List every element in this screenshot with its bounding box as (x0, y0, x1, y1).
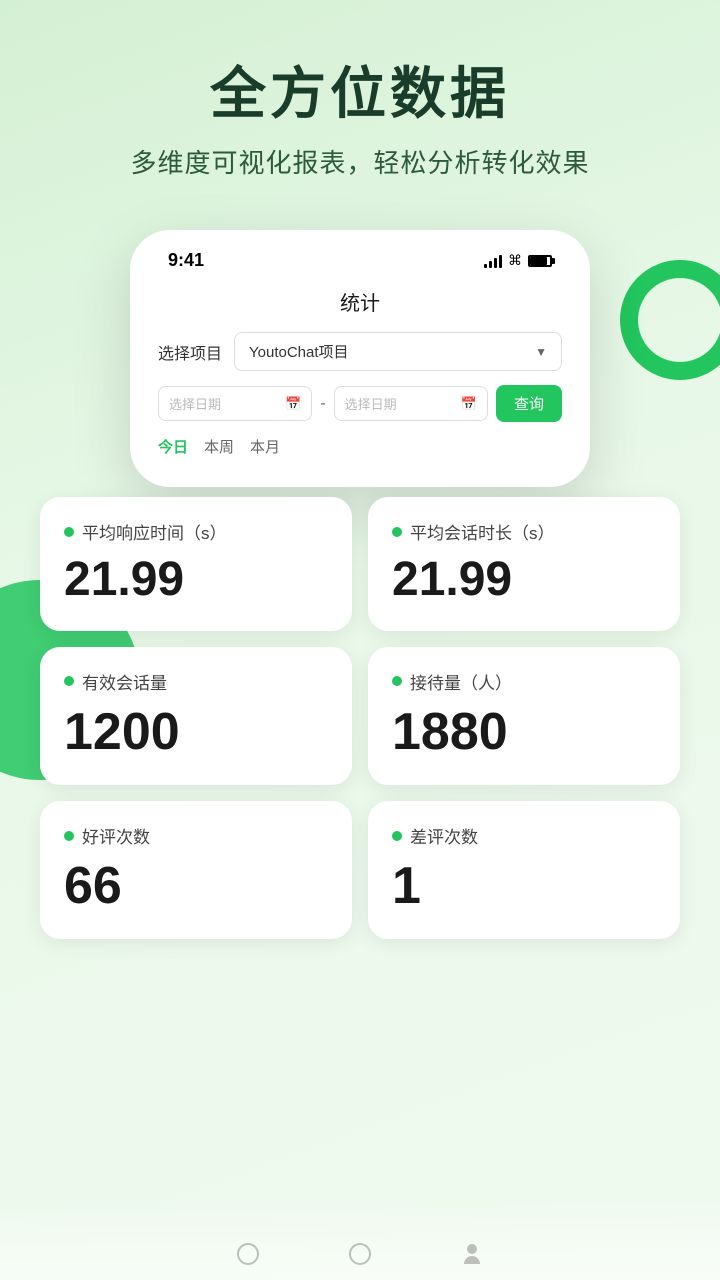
chevron-down-icon: ▼ (535, 345, 547, 359)
green-dot-icon-6 (392, 831, 402, 841)
stats-area: 平均响应时间（s） 21.99 平均会话时长（s） 21.99 有效会话量 12… (0, 497, 720, 939)
stat-value-response-time: 21.99 (64, 554, 328, 607)
stat-value-valid-sessions: 1200 (64, 704, 328, 761)
signal-icon (484, 254, 502, 268)
phone-mockup: 9:41 ⌘ 统计 选择项目 YoutoChat项目 ▼ (130, 230, 590, 487)
date-end-picker[interactable]: 选择日期 📅 (334, 386, 488, 421)
filter-label: 选择项目 (158, 340, 222, 364)
green-dot-icon-5 (64, 831, 74, 841)
query-button[interactable]: 查询 (496, 385, 562, 422)
stat-label-reception: 接待量（人） (392, 669, 656, 694)
calendar-end-icon: 📅 (461, 396, 477, 412)
stat-label-session-duration: 平均会话时长（s） (392, 519, 656, 544)
date-end-placeholder: 选择日期 (345, 394, 397, 413)
stat-card-valid-sessions: 有效会话量 1200 (40, 647, 352, 785)
project-select-value: YoutoChat项目 (249, 341, 349, 362)
date-separator: - (320, 395, 325, 413)
nav-icon-profile[interactable] (456, 1238, 488, 1270)
wifi-icon: ⌘ (508, 252, 522, 269)
filter-row: 选择项目 YoutoChat项目 ▼ (158, 332, 562, 371)
phone-icons: ⌘ (484, 252, 552, 269)
nav-icon-stats[interactable] (344, 1238, 376, 1270)
stat-label-text-session-duration: 平均会话时长（s） (410, 519, 555, 544)
project-select[interactable]: YoutoChat项目 ▼ (234, 332, 562, 371)
stat-card-reception: 接待量（人） 1880 (368, 647, 680, 785)
deco-circle-right (620, 260, 720, 380)
stat-label-bad-reviews: 差评次数 (392, 823, 656, 848)
stat-label-good-reviews: 好评次数 (64, 823, 328, 848)
green-dot-icon-3 (64, 676, 74, 686)
stat-card-response-time: 平均响应时间（s） 21.99 (40, 497, 352, 631)
green-dot-icon-2 (392, 527, 402, 537)
date-start-placeholder: 选择日期 (169, 394, 221, 413)
stat-card-session-duration: 平均会话时长（s） 21.99 (368, 497, 680, 631)
stat-label-text-bad-reviews: 差评次数 (410, 823, 478, 848)
stat-label-text-good-reviews: 好评次数 (82, 823, 150, 848)
stat-label-response-time: 平均响应时间（s） (64, 519, 328, 544)
battery-icon (528, 255, 552, 267)
stat-card-bad-reviews: 差评次数 1 (368, 801, 680, 939)
calendar-icon: 📅 (285, 396, 301, 412)
stat-label-text-valid-sessions: 有效会话量 (82, 669, 167, 694)
phone-time: 9:41 (168, 250, 204, 271)
header-section: 全方位数据 多维度可视化报表，轻松分析转化效果 (0, 0, 720, 200)
sub-title: 多维度可视化报表，轻松分析转化效果 (0, 143, 720, 180)
stat-value-session-duration: 21.99 (392, 554, 656, 607)
date-start-picker[interactable]: 选择日期 📅 (158, 386, 312, 421)
green-dot-icon-4 (392, 676, 402, 686)
stat-label-text-reception: 接待量（人） (410, 669, 512, 694)
stat-value-reception: 1880 (392, 704, 656, 761)
stat-label-valid-sessions: 有效会话量 (64, 669, 328, 694)
page-wrapper: 全方位数据 多维度可视化报表，轻松分析转化效果 9:41 ⌘ 统计 (0, 0, 720, 1280)
green-dot-icon (64, 527, 74, 537)
quick-filters: 今日 本周 本月 (158, 436, 562, 457)
date-row: 选择日期 📅 - 选择日期 📅 查询 (158, 385, 562, 422)
quick-filter-month[interactable]: 本月 (250, 436, 280, 457)
stat-value-good-reviews: 66 (64, 858, 328, 915)
stats-grid: 平均响应时间（s） 21.99 平均会话时长（s） 21.99 有效会话量 12… (40, 497, 680, 939)
quick-filter-today[interactable]: 今日 (158, 436, 188, 457)
stat-label-text-response-time: 平均响应时间（s） (82, 519, 227, 544)
stat-card-good-reviews: 好评次数 66 (40, 801, 352, 939)
quick-filter-week[interactable]: 本周 (204, 436, 234, 457)
nav-icon-home[interactable] (232, 1238, 264, 1270)
main-title: 全方位数据 (0, 60, 720, 127)
phone-status-bar: 9:41 ⌘ (158, 250, 562, 281)
stat-value-bad-reviews: 1 (392, 858, 656, 915)
bottom-nav-hint (0, 1200, 720, 1280)
phone-nav-title: 统计 (158, 281, 562, 332)
